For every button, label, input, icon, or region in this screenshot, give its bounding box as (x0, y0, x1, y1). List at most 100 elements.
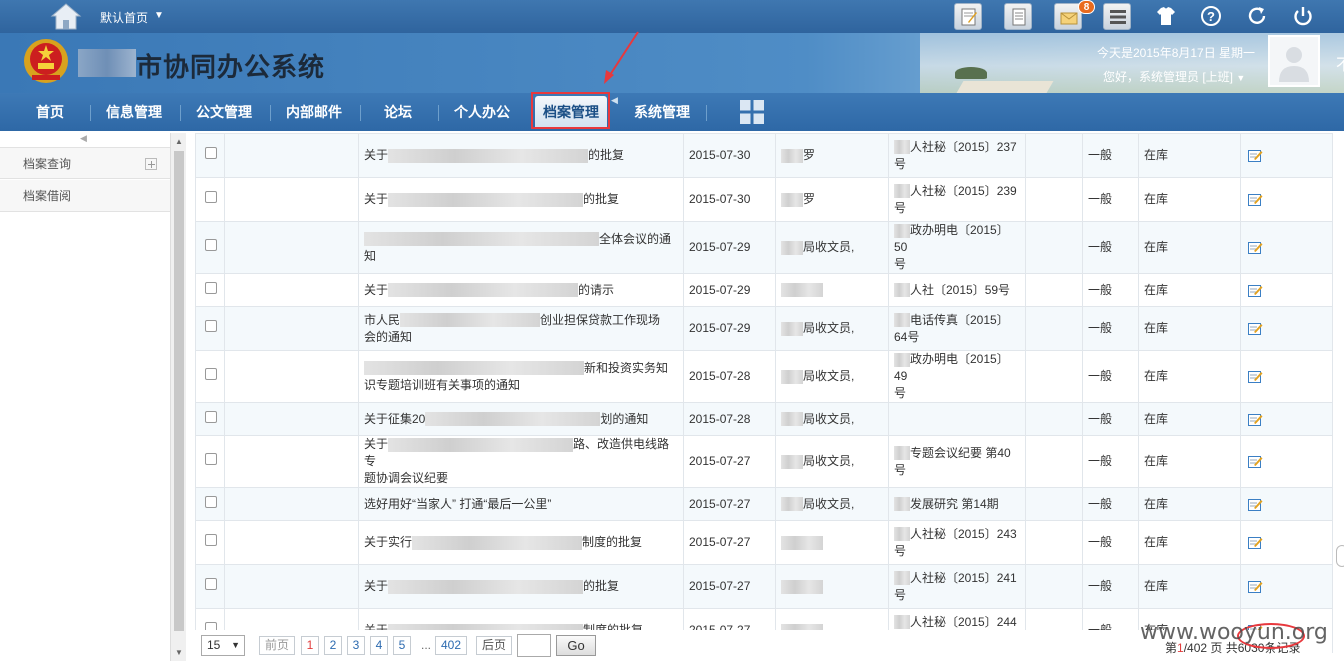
avatar[interactable] (1268, 35, 1320, 87)
status-text: 在库 (1144, 454, 1169, 468)
next-page-button[interactable]: 后页 (476, 636, 512, 655)
nav-item-home[interactable]: 首页 (20, 93, 80, 131)
edit-icon[interactable] (1248, 370, 1263, 384)
title-cell[interactable]: 关于 的批复 (358, 177, 684, 222)
nav-item-forum[interactable]: 论坛 (370, 93, 426, 131)
table-row[interactable]: 关于征集20 划的通知 2015-07-28 局收文员, 一般 在库 (195, 402, 1333, 436)
status-cell: 在库 (1138, 221, 1241, 274)
unread-mail-badge: 8 (1078, 0, 1095, 14)
row-checkbox[interactable] (205, 147, 217, 159)
table-row[interactable]: 新和投资实务知 识专题培训班有关事项的通知 2015-07-28 局收文员, 政办明电〔… (195, 350, 1333, 403)
row-checkbox[interactable] (205, 191, 217, 203)
title-cell[interactable]: 全体会议的通知 (358, 221, 684, 274)
title-cell[interactable]: 关于 路、改造供电线路专 题协调会议纪要 (358, 435, 684, 488)
edit-icon[interactable] (1248, 322, 1263, 336)
page-size-select[interactable]: 15 (201, 635, 245, 656)
row-checkbox[interactable] (205, 453, 217, 465)
title-cell[interactable]: 关于 的请示 (358, 273, 684, 307)
help-icon[interactable]: ? (1199, 4, 1223, 28)
edit-icon[interactable] (1248, 455, 1263, 469)
level-text: 一般 (1088, 579, 1113, 593)
power-icon[interactable] (1291, 4, 1315, 28)
scroll-thumb[interactable] (174, 151, 184, 631)
row-checkbox[interactable] (205, 239, 217, 251)
edit-icon[interactable] (1248, 413, 1263, 426)
edit-icon[interactable] (1248, 149, 1263, 163)
user-greeting[interactable]: 您好，系统管理员 [上班] ▼ (1103, 68, 1245, 85)
title-cell[interactable]: 关于 的批复 (358, 564, 684, 609)
row-checkbox[interactable] (205, 578, 217, 590)
row-checkbox[interactable] (205, 534, 217, 546)
table-row[interactable]: 关于实行 制度的批复 2015-07-27 人社秘〔2015〕243 号 一般 在库 (195, 520, 1333, 565)
go-button[interactable]: Go (556, 635, 596, 656)
sender-text: 罗 (803, 148, 816, 162)
edit-icon[interactable] (1248, 580, 1263, 594)
shirt-icon[interactable] (1154, 4, 1178, 28)
collapse-icon[interactable]: ◀ (611, 95, 618, 106)
edit-icon[interactable] (1248, 193, 1263, 207)
page-ellipsis: ... (421, 638, 432, 652)
edit-icon[interactable] (1248, 241, 1263, 255)
table-row[interactable]: 关于 的批复 2015-07-30 罗 人社秘〔2015〕237 号 一般 在库 (195, 133, 1333, 178)
table-row[interactable]: 全体会议的通知 2015-07-29 局收文员, 政办明电〔2015〕50 号 一般 在库 (195, 221, 1333, 274)
nav-item-internal-mail[interactable]: 内部邮件 (280, 93, 348, 131)
title-text: 的批复 (588, 148, 625, 162)
sidebar-scrollbar[interactable]: ▲ ▼ (170, 133, 186, 661)
edit-icon[interactable] (1248, 536, 1263, 550)
document-icon[interactable] (1004, 3, 1032, 30)
home-icon[interactable] (50, 2, 82, 30)
table-row[interactable]: 关于 路、改造供电线路专 题协调会议纪要 2015-07-27 局收文员, 专题会议纪要 … (195, 435, 1333, 488)
title-cell[interactable]: 选好用好“当家人” 打通“最后一公里” (358, 487, 684, 521)
row-checkbox[interactable] (205, 320, 217, 332)
edit-icon[interactable] (1248, 284, 1263, 297)
scroll-up-icon[interactable]: ▲ (175, 137, 183, 146)
table-row[interactable]: 关于 的批复 2015-07-27 人社秘〔2015〕241 号 一般 在库 (195, 564, 1333, 609)
table-row[interactable]: 选好用好“当家人” 打通“最后一公里” 2015-07-27 局收文员, 发展研究 第… (195, 487, 1333, 521)
row-checkbox[interactable] (205, 410, 217, 423)
nav-item-personal[interactable]: 个人办公 (448, 93, 516, 131)
doc-number-text: 人社秘〔2015〕244 (910, 614, 1017, 629)
doc-number-text: 人社秘〔2015〕243 (910, 526, 1017, 541)
sidebar-item-archive-borrow[interactable]: 档案借阅 (0, 180, 170, 212)
title-cell[interactable]: 市人民 创业担保贷款工作现场 会的通知 (358, 306, 684, 351)
table-row[interactable]: 关于 的批复 2015-07-30 罗 人社秘〔2015〕239 号 一般 在库 (195, 177, 1333, 222)
collapse-left-icon[interactable]: ◀ (80, 133, 87, 144)
nav-divider (270, 105, 271, 121)
row-checkbox[interactable] (205, 281, 217, 294)
goto-page-input[interactable] (517, 634, 551, 657)
title-text: 知 (364, 248, 377, 263)
app-grid-icon[interactable] (740, 100, 764, 124)
list-icon[interactable] (1103, 3, 1131, 30)
row-checkbox[interactable] (205, 368, 217, 380)
prev-page-button[interactable]: 前页 (259, 636, 295, 655)
page-number[interactable]: 1 (301, 636, 319, 655)
empty-cell (224, 350, 359, 403)
default-home-dropdown[interactable]: 默认首页 (100, 9, 148, 26)
page-number[interactable]: 3 (347, 636, 365, 655)
scroll-down-icon[interactable]: ▼ (175, 648, 183, 657)
page-number[interactable]: 4 (370, 636, 388, 655)
title-cell[interactable]: 关于 的批复 (358, 133, 684, 178)
title-cell[interactable]: 关于实行 制度的批复 (358, 520, 684, 565)
table-row[interactable]: 关于 的请示 2015-07-29 人社〔2015〕59号 一般 在库 (195, 273, 1333, 307)
expand-icon[interactable] (145, 158, 157, 170)
page-number[interactable]: 5 (393, 636, 411, 655)
title-cell[interactable]: 关于征集20 划的通知 (358, 402, 684, 436)
redacted-text (781, 412, 803, 427)
title-cell[interactable]: 新和投资实务知 识专题培训班有关事项的通知 (358, 350, 684, 403)
nav-item-system[interactable]: 系统管理 (628, 93, 696, 131)
nav-item-info[interactable]: 信息管理 (100, 93, 168, 131)
refresh-icon[interactable] (1245, 4, 1269, 28)
sidebar-item-archive-query[interactable]: 档案查询 (0, 147, 170, 179)
table-row[interactable]: 市人民 创业担保贷款工作现场 会的通知 2015-07-29 局收文员, 电话传真〔201… (195, 306, 1333, 351)
nav-item-documents[interactable]: 公文管理 (190, 93, 258, 131)
checkbox-cell (195, 520, 225, 565)
notepad-icon[interactable] (954, 3, 982, 30)
edit-icon[interactable] (1248, 498, 1263, 511)
row-checkbox[interactable] (205, 495, 217, 508)
last-page-number[interactable]: 402 (435, 636, 467, 655)
page-number[interactable]: 2 (324, 636, 342, 655)
scroll-handle[interactable] (1336, 545, 1344, 567)
chevron-down-icon[interactable]: ▼ (154, 10, 164, 21)
empty-cell (224, 487, 359, 521)
